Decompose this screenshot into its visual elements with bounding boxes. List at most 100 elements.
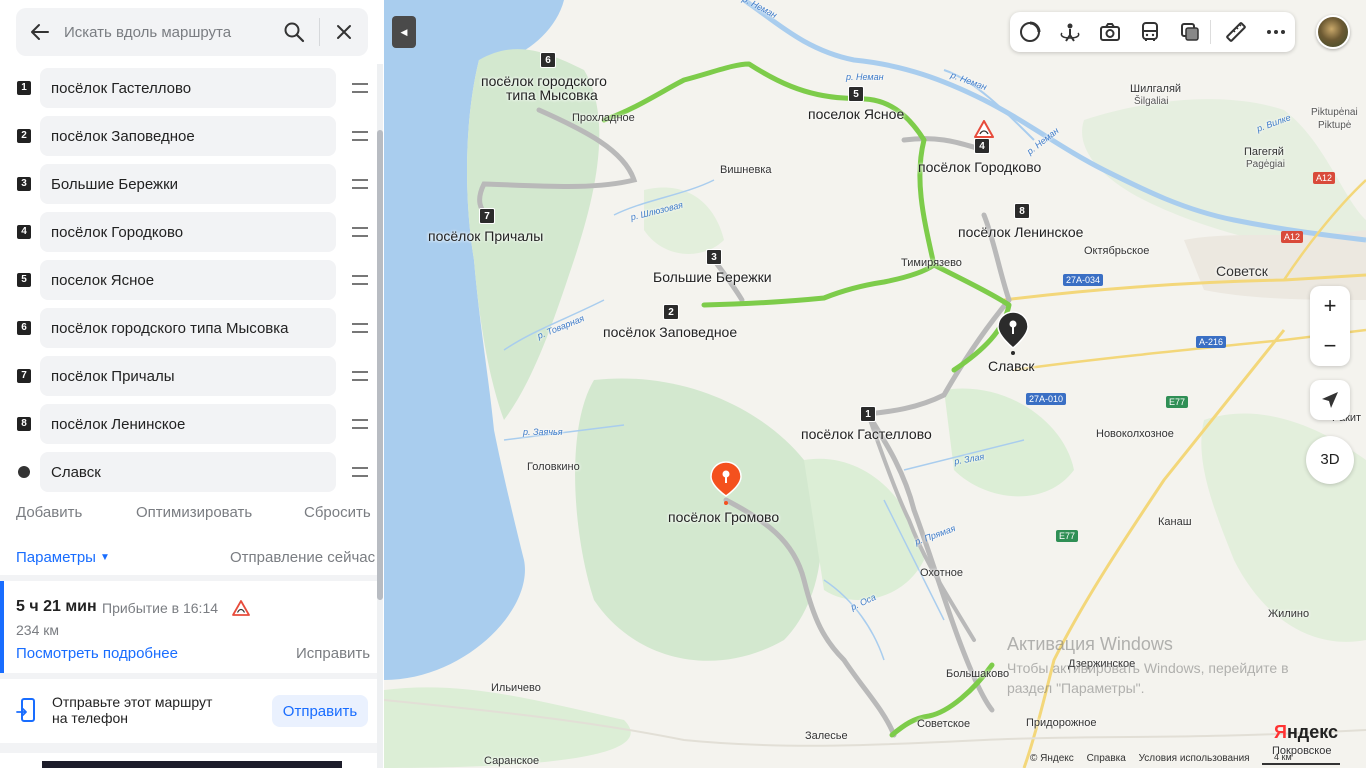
scale-bar <box>1262 763 1340 765</box>
route-arrival-time: Прибытие в 16:14 <box>102 600 219 616</box>
windows-activation-line1: Чтобы активировать Windows, перейдите в <box>1007 660 1289 676</box>
route-details-link[interactable]: Посмотреть подробнее <box>16 645 178 662</box>
map-layers-icon[interactable] <box>1178 20 1202 44</box>
sidebar-scrollbar[interactable] <box>377 64 383 768</box>
panorama-icon[interactable] <box>1058 20 1082 44</box>
parameters-label: Параметры <box>16 549 96 566</box>
drag-handle-icon[interactable] <box>350 464 370 480</box>
waypoint-row-destination: Славск <box>0 452 378 492</box>
waypoint-label: посёлок Гастеллово <box>51 80 192 97</box>
close-icon[interactable] <box>332 20 356 44</box>
scrollbar-thumb[interactable] <box>377 130 383 600</box>
waypoint-field[interactable]: посёлок Причалы <box>40 356 336 396</box>
waypoint-field[interactable]: поселок Ясное <box>40 260 336 300</box>
windows-activation-text: Чтобы активировать Windows, перейдите в р… <box>1007 658 1289 698</box>
road-shield-a12: A12 <box>1313 172 1336 184</box>
search-icon[interactable] <box>282 20 306 44</box>
waypoint-field[interactable]: посёлок Городково <box>40 212 336 252</box>
road-works-warning-icon <box>232 600 250 616</box>
send-to-phone-button[interactable]: Отправить <box>272 695 368 727</box>
poi-pin-icon[interactable] <box>709 460 743 506</box>
map-label-mysovka-line2: типа Мысовка <box>506 87 598 103</box>
search-divider <box>319 18 320 46</box>
waypoint-row-1: 1 посёлок Гастеллово <box>0 68 378 108</box>
3d-toggle-button[interactable]: 3D <box>1306 436 1354 484</box>
route-option-card[interactable]: 5 ч 21 мин Прибытие в 16:14 234 км Посмо… <box>0 581 378 673</box>
waypoint-label: посёлок Заповедное <box>51 128 195 145</box>
fix-route-link[interactable]: Исправить <box>296 645 370 662</box>
help-link[interactable]: Справка <box>1087 753 1126 764</box>
waypoint-field[interactable]: посёлок Гастеллово <box>40 68 336 108</box>
waypoint-row-7: 7 посёлок Причалы <box>0 356 378 396</box>
map-label-golovkino: Головкино <box>527 461 580 473</box>
map-label-sovetskoe: Советское <box>917 718 971 730</box>
drag-handle-icon[interactable] <box>350 224 370 240</box>
collapse-sidebar-button[interactable]: ◀ <box>392 16 416 48</box>
forest-area <box>644 187 724 254</box>
waypoint-number-badge: 3 <box>17 177 31 191</box>
traffic-layer-icon[interactable] <box>1018 20 1042 44</box>
parameters-dropdown[interactable]: Параметры ▼ <box>16 549 110 566</box>
zoom-out-button[interactable]: − <box>1310 326 1350 366</box>
zoom-in-button[interactable]: + <box>1310 286 1350 326</box>
map-view[interactable]: посёлок городского типа Мысовка поселок … <box>384 0 1366 768</box>
map-label-pridorozhnoe: Придорожное <box>1026 717 1097 729</box>
caret-down-icon: ▼ <box>99 552 110 563</box>
map-label-novokolkhoznoe: Новоколхозное <box>1096 428 1174 440</box>
waypoint-field[interactable]: посёлок Заповедное <box>40 116 336 156</box>
waypoint-field[interactable]: Большие Бережки <box>40 164 336 204</box>
map-waypoint-badge-6[interactable]: 6 <box>540 52 556 68</box>
drag-handle-icon[interactable] <box>350 272 370 288</box>
zoom-controls: + − <box>1310 286 1350 366</box>
destination-dot-icon <box>18 466 30 478</box>
route-duration: 5 ч 21 мин <box>16 598 97 615</box>
reset-route-button[interactable]: Сбросить <box>304 504 371 521</box>
map-waypoint-badge-1[interactable]: 1 <box>860 406 876 422</box>
drag-handle-icon[interactable] <box>350 320 370 336</box>
map-label-yasnoe: поселок Ясное <box>808 106 905 122</box>
map-label-shilgalyay: Шилгаляй <box>1130 83 1182 95</box>
camera-icon[interactable] <box>1098 20 1122 44</box>
finish-pin-icon[interactable] <box>996 310 1030 356</box>
drag-handle-icon[interactable] <box>350 80 370 96</box>
drag-handle-icon[interactable] <box>350 128 370 144</box>
drag-handle-icon[interactable] <box>350 176 370 192</box>
map-waypoint-badge-8[interactable]: 8 <box>1014 203 1030 219</box>
waypoint-label: Большие Бережки <box>51 176 179 193</box>
map-waypoint-badge-4[interactable]: 4 <box>974 138 990 154</box>
road-works-warning-icon[interactable] <box>974 120 994 138</box>
drag-handle-icon[interactable] <box>350 368 370 384</box>
map-label-prohladnoe: Прохладное <box>572 112 635 124</box>
terms-link[interactable]: Условия использования <box>1139 753 1250 764</box>
map-label-ohotnoe: Охотное <box>920 567 964 579</box>
user-avatar[interactable] <box>1316 15 1350 49</box>
section-divider <box>0 743 378 753</box>
departure-time-selector[interactable]: Отправление сейчас <box>230 549 375 566</box>
more-options-icon[interactable] <box>1264 20 1288 44</box>
waypoint-number-badge: 5 <box>17 273 31 287</box>
add-waypoint-button[interactable]: Добавить <box>16 504 82 521</box>
waypoint-field[interactable]: Славск <box>40 452 336 492</box>
ruler-icon[interactable] <box>1224 20 1248 44</box>
map-waypoint-badge-7[interactable]: 7 <box>479 208 495 224</box>
waypoint-label: посёлок Городково <box>51 224 184 241</box>
optimize-route-button[interactable]: Оптимизировать <box>136 504 252 521</box>
bus-icon[interactable] <box>1138 20 1162 44</box>
road-shield-27a-010: 27А-010 <box>1026 393 1067 405</box>
map-label-sovetsk: Советск <box>1216 263 1268 279</box>
promo-banner[interactable] <box>42 761 342 768</box>
my-location-button[interactable] <box>1310 380 1350 420</box>
map-label-prichaly: посёлок Причалы <box>428 228 544 244</box>
road-shield-e77: E77 <box>1166 396 1189 408</box>
windows-activation-line2: раздел "Параметры". <box>1007 680 1145 696</box>
copyright-text: © Яндекс <box>1030 753 1074 764</box>
waypoint-number-badge: 8 <box>17 417 31 431</box>
waypoint-field[interactable]: посёлок Ленинское <box>40 404 336 444</box>
drag-handle-icon[interactable] <box>350 416 370 432</box>
map-waypoint-badge-2[interactable]: 2 <box>663 304 679 320</box>
map-waypoint-badge-5[interactable]: 5 <box>848 86 864 102</box>
back-arrow-icon[interactable] <box>28 20 52 44</box>
route-search-input[interactable] <box>64 20 274 44</box>
map-waypoint-badge-3[interactable]: 3 <box>706 249 722 265</box>
waypoint-field[interactable]: посёлок городского типа Мысовка <box>40 308 336 348</box>
